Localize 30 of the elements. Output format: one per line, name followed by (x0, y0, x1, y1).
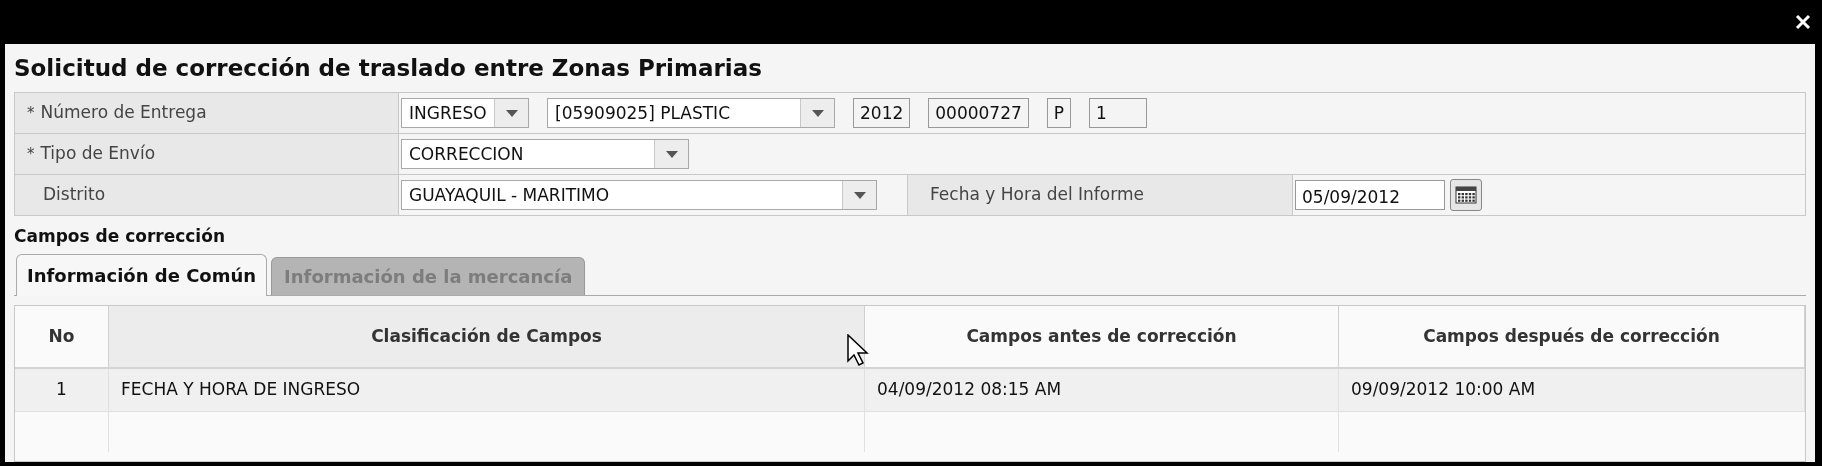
input-field[interactable]: 1 (1089, 98, 1148, 128)
tab[interactable]: Información de Común (16, 254, 268, 296)
dropdown-field[interactable]: GUAYAQUIL - MARITIMO (401, 180, 877, 210)
dropdown-field[interactable]: INGRESO (401, 98, 529, 128)
input-field[interactable]: 00000727 (928, 98, 1029, 128)
field-label: Tipo de Envío (40, 142, 156, 166)
cursor-icon (847, 334, 869, 366)
dropdown-field[interactable]: CORRECCION (401, 139, 689, 169)
field-label: Número de Entrega (40, 101, 207, 125)
field-label: Fecha y Hora del Informe (930, 183, 1144, 207)
close-button[interactable] (1794, 13, 1812, 31)
dropdown-field[interactable]: [05909025] PLASTIC (547, 98, 835, 128)
caret-icon (842, 181, 876, 209)
table-cell: 09/09/2012 10:00 AM (1339, 369, 1805, 411)
field-label: Distrito (43, 183, 106, 207)
date-field[interactable]: 05/09/2012 (1295, 180, 1445, 210)
required-mark: * (27, 102, 35, 124)
caret-icon (494, 99, 528, 127)
table-cell: 04/09/2012 08:15 AM (865, 369, 1339, 411)
table-cell: FECHA Y HORA DE INGRESO (109, 369, 865, 411)
input-field[interactable]: P (1046, 98, 1072, 128)
section-title: Campos de corrección (14, 225, 226, 248)
input-field[interactable]: 2012 (853, 98, 911, 128)
calendar-icon[interactable] (1450, 179, 1482, 211)
caret-icon (800, 99, 834, 127)
required-mark: * (27, 143, 35, 165)
caret-icon (654, 140, 688, 168)
table-cell: 1 (15, 369, 109, 411)
dialog-title: Solicitud de corrección de traslado entre Zonas Primarias (14, 54, 763, 83)
column-header: Clasificación de Campos (109, 306, 865, 367)
